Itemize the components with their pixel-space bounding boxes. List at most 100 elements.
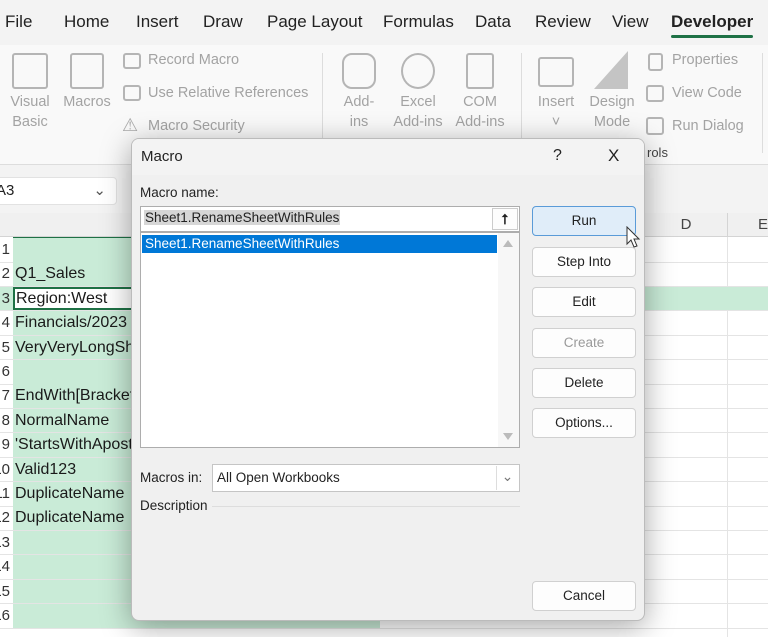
select-all-corner[interactable] bbox=[0, 213, 13, 237]
mouse-cursor-icon bbox=[626, 226, 641, 248]
row-number[interactable]: 16 bbox=[0, 607, 10, 624]
row-number[interactable]: 6 bbox=[0, 363, 10, 380]
group-divider bbox=[762, 53, 763, 153]
macro-name-label: Macro name: bbox=[140, 185, 219, 200]
record-macro-button[interactable]: Record Macro bbox=[148, 52, 239, 68]
name-box[interactable]: A3 ⌄ bbox=[0, 177, 117, 205]
macros-in-label: Macros in: bbox=[140, 470, 203, 485]
label: Design bbox=[589, 94, 635, 110]
chevron-down-icon[interactable]: ⌄ bbox=[496, 466, 518, 490]
label: Insert bbox=[537, 94, 575, 110]
tab-file[interactable]: File bbox=[5, 12, 32, 32]
macro-list[interactable]: Sheet1.RenameSheetWithRules bbox=[140, 232, 520, 448]
chevron-down-icon[interactable]: ⌄ bbox=[93, 181, 106, 199]
row-number[interactable]: 12 bbox=[0, 509, 10, 526]
step-into-button[interactable]: Step Into bbox=[532, 247, 636, 277]
use-relative-references-button[interactable]: Use Relative References bbox=[148, 85, 308, 101]
gear-icon bbox=[401, 53, 435, 89]
macros-in-select[interactable]: All Open Workbooks ⌄ bbox=[212, 464, 520, 492]
toolbox-icon bbox=[538, 57, 574, 87]
macros-button[interactable]: Macros bbox=[60, 92, 114, 112]
delete-button[interactable]: Delete bbox=[532, 368, 636, 398]
scrollbar[interactable] bbox=[498, 233, 519, 447]
run-button[interactable]: Run bbox=[532, 206, 636, 236]
row-number[interactable]: 14 bbox=[0, 558, 10, 575]
row-number[interactable]: 2 bbox=[0, 265, 10, 282]
macro-dialog: Macro ? X Macro name: Sheet1.RenameSheet… bbox=[131, 138, 645, 621]
run-dialog-icon bbox=[646, 117, 664, 135]
tab-review[interactable]: Review bbox=[535, 12, 591, 32]
row-number[interactable]: 1 bbox=[0, 241, 10, 258]
create-button[interactable]: Create bbox=[532, 328, 636, 358]
record-macro-icon bbox=[123, 53, 141, 69]
row-number[interactable]: 9 bbox=[0, 436, 10, 453]
triangle-ruler-icon bbox=[594, 51, 628, 89]
run-dialog-button[interactable]: Run Dialog bbox=[672, 118, 744, 134]
ribbon-tabs: File Home Insert Draw Page Layout Formulas Dat… bbox=[0, 0, 768, 45]
tab-home[interactable]: Home bbox=[64, 12, 109, 32]
row-number[interactable]: 11 bbox=[0, 485, 10, 502]
label: Add- bbox=[343, 94, 375, 110]
edit-button[interactable]: Edit bbox=[532, 287, 636, 317]
close-button[interactable]: X bbox=[608, 146, 619, 166]
scroll-up-icon[interactable] bbox=[503, 240, 513, 247]
row-number[interactable]: 3 bbox=[0, 290, 10, 307]
label: Add-ins bbox=[393, 114, 443, 130]
chevron-down-icon: ˅ bbox=[551, 114, 561, 130]
help-button[interactable]: ? bbox=[553, 147, 562, 165]
macros-in-value: All Open Workbooks bbox=[217, 470, 340, 485]
com-addins-icon bbox=[466, 53, 494, 89]
column-header-d[interactable]: D bbox=[645, 213, 728, 237]
design-mode-button[interactable]: Design Mode bbox=[584, 92, 640, 132]
com-addins-button[interactable]: COM Add-ins bbox=[452, 92, 508, 132]
cancel-button[interactable]: Cancel bbox=[532, 581, 636, 611]
table-grid-icon bbox=[123, 85, 141, 101]
upload-arrow-icon[interactable]: ⭡ bbox=[492, 208, 518, 230]
visual-basic-icon bbox=[12, 53, 48, 89]
tab-developer[interactable]: Developer bbox=[671, 12, 754, 38]
row-number[interactable]: 4 bbox=[0, 314, 10, 331]
label: Add-ins bbox=[455, 114, 505, 130]
description-label: Description bbox=[140, 498, 208, 513]
label: Mode bbox=[593, 114, 631, 130]
macro-name-value: Sheet1.RenameSheetWithRules bbox=[144, 210, 341, 225]
row-number[interactable]: 10 bbox=[0, 461, 10, 478]
scroll-down-icon[interactable] bbox=[503, 433, 513, 440]
view-code-button[interactable]: View Code bbox=[672, 85, 742, 101]
macro-name-input[interactable]: Sheet1.RenameSheetWithRules ⭡ bbox=[140, 206, 520, 232]
tab-formulas[interactable]: Formulas bbox=[383, 12, 454, 32]
visual-basic-button[interactable]: Visual Basic bbox=[4, 92, 56, 132]
row-number[interactable]: 5 bbox=[0, 339, 10, 356]
label: COM bbox=[463, 94, 497, 110]
dialog-titlebar[interactable]: Macro ? X bbox=[132, 139, 644, 175]
properties-button[interactable]: Properties bbox=[672, 52, 738, 68]
tab-page-layout[interactable]: Page Layout bbox=[267, 12, 362, 32]
view-code-icon bbox=[646, 85, 664, 102]
row-number[interactable]: 7 bbox=[0, 387, 10, 404]
macro-list-item[interactable]: Sheet1.RenameSheetWithRules bbox=[142, 235, 497, 253]
addins-icon bbox=[342, 53, 376, 89]
dialog-title: Macro bbox=[141, 148, 183, 165]
description-divider bbox=[212, 506, 520, 507]
controls-group-label: rols bbox=[647, 145, 668, 160]
macro-security-button[interactable]: Macro Security bbox=[148, 118, 245, 134]
macros-icon bbox=[70, 53, 104, 89]
row-number[interactable]: 13 bbox=[0, 534, 10, 551]
row-number[interactable]: 8 bbox=[0, 412, 10, 429]
tab-draw[interactable]: Draw bbox=[203, 12, 243, 32]
label: Basic bbox=[12, 114, 48, 130]
label: Excel bbox=[400, 94, 436, 110]
tab-insert[interactable]: Insert bbox=[136, 12, 179, 32]
excel-addins-button[interactable]: Excel Add-ins bbox=[390, 92, 446, 132]
column-header-e[interactable]: E bbox=[728, 213, 768, 237]
options-button[interactable]: Options... bbox=[532, 408, 636, 438]
name-box-value: A3 bbox=[0, 182, 15, 199]
tab-data[interactable]: Data bbox=[475, 12, 511, 32]
label: Visual bbox=[10, 94, 50, 110]
insert-control-button[interactable]: Insert ˅ bbox=[530, 92, 582, 132]
row-number[interactable]: 15 bbox=[0, 583, 10, 600]
addins-button[interactable]: Add-ins bbox=[334, 92, 384, 132]
tab-view[interactable]: View bbox=[612, 12, 649, 32]
properties-icon bbox=[648, 53, 663, 71]
warning-icon: ⚠ bbox=[122, 115, 139, 135]
